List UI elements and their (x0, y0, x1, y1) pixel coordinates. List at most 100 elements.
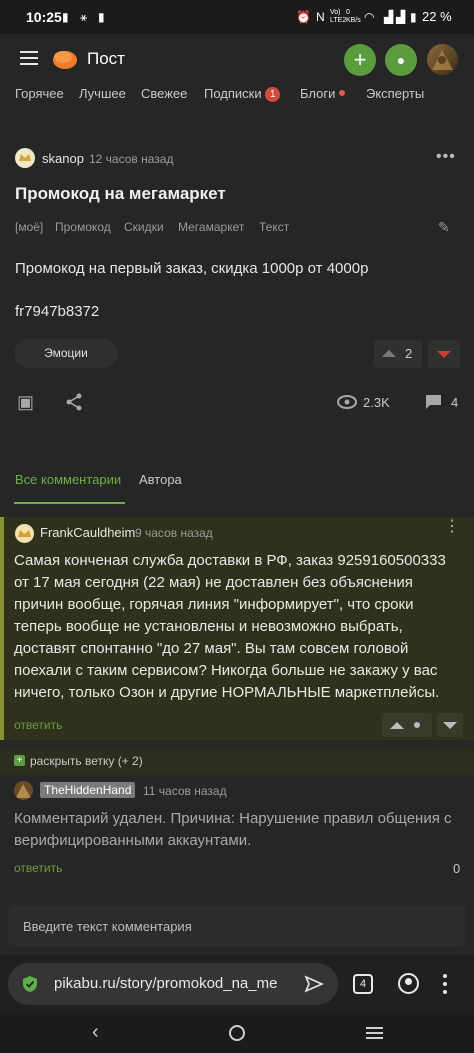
comment-2-avatar[interactable] (14, 781, 33, 800)
browser-menu-icon[interactable] (443, 973, 447, 995)
comment-2-time: 11 часов назад (143, 784, 227, 798)
usb-icon: ⚹ (80, 10, 88, 24)
upvote-button[interactable]: 2 (374, 340, 422, 368)
edit-icon[interactable]: ✎ (438, 219, 450, 236)
post-body-line-1: Промокод на первый заказ, скидка 1000р о… (15, 260, 369, 277)
address-bar[interactable]: pikabu.ru/story/promokod_na_me (8, 963, 338, 1005)
tab-subscriptions-label: Подписки (204, 86, 262, 101)
comment-line: доставят спонтанно "до 27 мая". Вы там с… (14, 640, 409, 657)
tag-megamarket[interactable]: Мегамаркет (178, 220, 244, 234)
comment-line: ничего, только Озон и другие НОРМАЛЬНЫЕ … (14, 684, 440, 701)
comment-line: Самая конченая служба доставки в РФ, зак… (14, 552, 446, 569)
comment-more-icon[interactable]: ⋮ (444, 519, 460, 535)
save-icon[interactable]: ▣ (17, 392, 34, 413)
user-avatar[interactable] (427, 44, 458, 75)
comment-line: поехали с таким сервисом? Никогда больше… (14, 662, 438, 679)
status-time: 10:25 (26, 9, 62, 25)
battery-icon: ▮ (410, 10, 417, 24)
post-rating: 2 (405, 346, 413, 361)
comment-upvote-icon (390, 722, 404, 729)
views-icon (337, 395, 357, 409)
home-icon[interactable] (229, 1025, 245, 1041)
tag-discounts[interactable]: Скидки (124, 220, 164, 234)
menu-icon[interactable] (20, 51, 38, 65)
comment-line: верифицированными аккаунтами. (14, 832, 252, 849)
tag-text[interactable]: Текст (259, 220, 289, 234)
comment-line: от 17 мая сегодня (22 мая) не доставлен … (14, 574, 413, 591)
comment-author-avatar[interactable] (15, 524, 34, 543)
secure-shield-icon[interactable] (22, 975, 38, 993)
comment-downvote-icon (443, 722, 457, 729)
recents-icon[interactable] (366, 1027, 383, 1039)
comment-2-reply-link[interactable]: ответить (14, 861, 62, 875)
comments-count: 4 (451, 395, 459, 410)
comment-1: FrankCauldheim 9 часов назад ⋮ Самая кон… (0, 517, 474, 740)
emotions-button[interactable]: Эмоции (14, 339, 118, 368)
comments-icon[interactable] (425, 394, 442, 410)
tab-experts[interactable]: Эксперты (366, 86, 424, 101)
comment-2-body: Комментарий удален. Причина: Нарушение п… (14, 808, 470, 852)
downvote-button[interactable] (428, 340, 460, 368)
comment-2-rating: 0 (453, 861, 461, 876)
app-header: Пост + ● (0, 34, 474, 86)
active-tab-indicator (14, 502, 125, 504)
post-time: 12 часов назад (89, 152, 174, 166)
comment-input-placeholder: Введите текст комментария (23, 919, 192, 934)
comment-tabs: Все комментарии Автора (0, 470, 474, 504)
post-author[interactable]: skanop (42, 151, 84, 166)
nfc-icon: N (316, 10, 325, 24)
expand-icon: + (14, 755, 25, 766)
upvote-icon (382, 350, 396, 357)
comment-2-author[interactable]: TheHiddenHand (40, 782, 136, 798)
comment-line: Комментарий удален. Причина: Нарушение п… (14, 810, 452, 827)
subscriptions-badge: 1 (265, 87, 281, 102)
tab-best[interactable]: Лучшее (79, 86, 126, 101)
author-avatar[interactable] (15, 148, 35, 168)
share-icon[interactable] (65, 393, 83, 411)
tab-all-comments[interactable]: Все комментарии (15, 472, 121, 487)
comment-rating-dot (414, 722, 420, 728)
browser-toolbar: pikabu.ru/story/promokod_na_me 4 (0, 955, 474, 1013)
send-icon[interactable] (304, 975, 324, 993)
url-text: pikabu.ru/story/promokod_na_me (54, 975, 278, 992)
battery-saver-icon: ▮ (62, 10, 69, 24)
notification-icon: ▮ (98, 10, 105, 24)
blogs-dot (338, 90, 345, 96)
post-tags: [моё] Промокод Скидки Мегамаркет Текст (0, 220, 474, 236)
expand-branch-label: раскрыть ветку (+ 2) (30, 754, 143, 768)
tab-author-comments[interactable]: Автора (139, 472, 182, 487)
post-title[interactable]: Промокод на мегамаркет (15, 184, 226, 204)
speed-indicator: 0 KB/s (346, 9, 361, 24)
views-count: 2.3K (363, 395, 390, 410)
tab-subscriptions[interactable]: Подписки 1 (204, 86, 281, 102)
signal-icon-2: ▟ (396, 10, 406, 24)
battery-percent: 22 % (422, 9, 452, 24)
volte-icon: Vo) LTE2 (330, 9, 347, 24)
bell-icon: ● (396, 52, 406, 68)
account-icon[interactable] (398, 973, 419, 994)
downvote-icon (437, 351, 451, 358)
comment-author[interactable]: FrankCauldheim (40, 525, 135, 540)
more-options-icon[interactable]: ••• (436, 148, 456, 166)
add-post-button[interactable]: + (344, 44, 376, 76)
tab-blogs[interactable]: Блоги (300, 86, 345, 101)
comment-downvote-button[interactable] (437, 713, 463, 737)
tab-hot[interactable]: Горячее (15, 86, 64, 101)
comment-input[interactable]: Введите текст комментария (8, 905, 466, 947)
post-body-line-2: fr7947b8372 (15, 303, 100, 320)
reply-link[interactable]: ответить (14, 718, 62, 732)
tabs-button[interactable]: 4 (353, 974, 373, 994)
pikabu-logo[interactable] (52, 47, 78, 71)
comment-line: теперь вообще не установлены и невозможн… (14, 618, 403, 635)
tab-fresh[interactable]: Свежее (141, 86, 187, 101)
tag-mine[interactable]: [моё] (15, 220, 43, 234)
status-bar: 10:25 ▮ ⚹ ▮ ⏰ N Vo) LTE2 0 KB/s ◠ ▟ ▟ ▮ … (0, 0, 474, 34)
expand-branch-row[interactable]: + раскрыть ветку (+ 2) (0, 748, 474, 775)
alarm-icon: ⏰ (296, 10, 311, 24)
comment-time: 9 часов назад (135, 526, 213, 540)
comment-upvote-button[interactable] (382, 713, 432, 737)
tag-promo[interactable]: Промокод (55, 220, 111, 234)
page-title: Пост (87, 49, 125, 68)
back-icon[interactable]: ‹ (92, 1021, 99, 1044)
notifications-button[interactable]: ● (385, 44, 417, 76)
